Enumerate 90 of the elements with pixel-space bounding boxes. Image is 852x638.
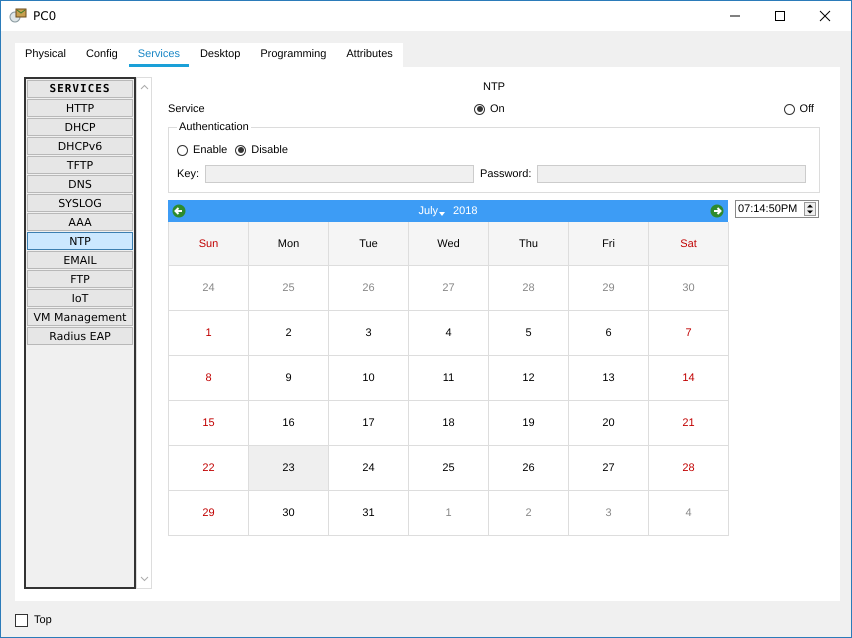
radio-option[interactable]: Enable — [177, 144, 228, 156]
calendar-day[interactable]: 22 — [169, 446, 249, 491]
service-title: NTP — [482, 80, 506, 95]
radio-option[interactable]: On — [474, 103, 505, 115]
calendar-day[interactable]: 6 — [569, 311, 649, 356]
calendar-day[interactable]: 20 — [569, 401, 649, 446]
sidebar-header: SERVICES — [27, 80, 133, 98]
calendar-day[interactable]: 14 — [649, 356, 729, 401]
calendar-day[interactable]: 4 — [649, 491, 729, 536]
calendar-day[interactable]: 2 — [489, 491, 569, 536]
calendar-day[interactable]: 10 — [329, 356, 409, 401]
calendar-day[interactable]: 23 — [249, 446, 329, 491]
sidebar-item[interactable]: FTP — [27, 270, 133, 288]
calendar-day[interactable]: 30 — [649, 266, 729, 311]
calendar-day[interactable]: 24 — [329, 446, 409, 491]
calendar-day[interactable]: 11 — [409, 356, 489, 401]
password-label: Password: — [480, 168, 532, 180]
sidebar-item[interactable]: HTTP — [27, 99, 133, 117]
calendar-day[interactable]: 25 — [409, 446, 489, 491]
calendar-day[interactable]: 1 — [169, 311, 249, 356]
sidebar-item[interactable]: DHCPv6 — [27, 137, 133, 155]
calendar-day[interactable]: 26 — [329, 266, 409, 311]
radio-label: On — [490, 103, 505, 115]
calendar-day[interactable]: 18 — [409, 401, 489, 446]
sidebar-item[interactable]: NTP — [27, 232, 133, 250]
weekday-header: Mon — [249, 222, 329, 266]
calendar-day[interactable]: 9 — [249, 356, 329, 401]
previous-month-icon[interactable] — [172, 204, 186, 218]
radio-option[interactable]: Off — [784, 103, 814, 115]
radio-button[interactable] — [474, 104, 485, 114]
weekday-header: Fri — [569, 222, 649, 266]
radio-button[interactable] — [177, 144, 188, 156]
sidebar-item[interactable]: EMAIL — [27, 251, 133, 269]
calendar-day[interactable]: 17 — [329, 401, 409, 446]
radio-button[interactable] — [235, 144, 246, 156]
maximize-icon[interactable] — [774, 10, 786, 22]
calendar-day[interactable]: 27 — [569, 446, 649, 491]
checkbox-label: Top — [34, 614, 52, 626]
calendar-day[interactable]: 25 — [249, 266, 329, 311]
weekday-header: Thu — [489, 222, 569, 266]
calendar-day[interactable]: 28 — [489, 266, 569, 311]
calendar-day[interactable]: 4 — [409, 311, 489, 356]
sidebar-item[interactable]: SYSLOG — [27, 194, 133, 212]
sidebar-item[interactable]: Radius EAP — [27, 327, 133, 345]
checkbox[interactable] — [15, 614, 28, 626]
calendar-day[interactable]: 13 — [569, 356, 649, 401]
sidebar-item[interactable]: VM Management — [27, 308, 133, 326]
service-label: Service — [168, 103, 206, 115]
group-title: Authentication — [178, 121, 250, 133]
spinner-arrows-icon[interactable] — [804, 202, 816, 216]
sidebar-item[interactable]: AAA — [27, 213, 133, 231]
calendar-day[interactable]: 30 — [249, 491, 329, 536]
calendar-day[interactable]: 21 — [649, 401, 729, 446]
calendar-day[interactable]: 7 — [649, 311, 729, 356]
radio-label: Enable — [193, 144, 228, 156]
weekday-header: Tue — [329, 222, 409, 266]
window-title: PC0 — [33, 9, 56, 23]
calendar-day[interactable]: 29 — [569, 266, 649, 311]
radio-label: Disable — [251, 144, 288, 156]
weekday-header: Sat — [649, 222, 729, 266]
calendar-day[interactable]: 12 — [489, 356, 569, 401]
key-label: Key: — [177, 168, 200, 180]
sidebar-item[interactable]: DNS — [27, 175, 133, 193]
sidebar-item[interactable]: IoT — [27, 289, 133, 307]
caret-icon[interactable] — [439, 212, 446, 216]
calendar-day[interactable]: 28 — [649, 446, 729, 491]
calendar-day[interactable]: 31 — [329, 491, 409, 536]
calendar-day[interactable]: 3 — [569, 491, 649, 536]
calendar-day[interactable]: 1 — [409, 491, 489, 536]
radio-label: Off — [800, 103, 814, 115]
radio-option[interactable]: Disable — [235, 144, 288, 156]
calendar-day[interactable]: 27 — [409, 266, 489, 311]
calendar-day[interactable]: 8 — [169, 356, 249, 401]
sidebar-item[interactable]: DHCP — [27, 118, 133, 136]
sidebar-item[interactable]: TFTP — [27, 156, 133, 174]
close-icon[interactable] — [819, 10, 831, 22]
calendar-day[interactable]: 15 — [169, 401, 249, 446]
weekday-header: Wed — [409, 222, 489, 266]
calendar-day[interactable]: 19 — [489, 401, 569, 446]
calendar-day[interactable]: 3 — [329, 311, 409, 356]
calendar-day[interactable]: 29 — [169, 491, 249, 536]
calendar-day[interactable]: 24 — [169, 266, 249, 311]
next-month-icon[interactable] — [710, 204, 724, 218]
calendar-day[interactable]: 5 — [489, 311, 569, 356]
calendar-day[interactable]: 26 — [489, 446, 569, 491]
time-spinner[interactable]: 07:14:50PM — [735, 200, 819, 218]
calendar-day[interactable]: 2 — [249, 311, 329, 356]
weekday-header: Sun — [169, 222, 249, 266]
calendar-day[interactable]: 16 — [249, 401, 329, 446]
radio-button[interactable] — [784, 104, 795, 114]
